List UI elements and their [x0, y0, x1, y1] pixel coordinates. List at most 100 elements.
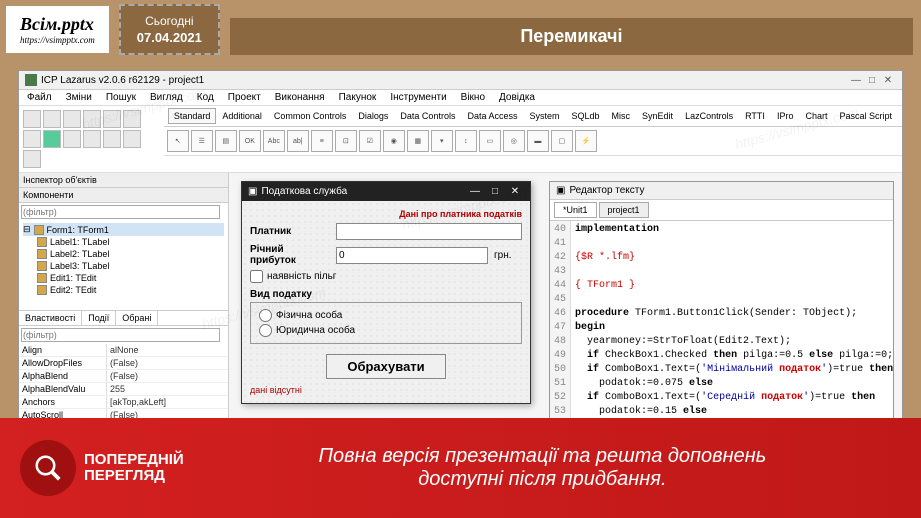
minimize-icon[interactable]: — — [466, 186, 484, 197]
tab-standard[interactable]: Standard — [168, 108, 217, 124]
label-comp-icon[interactable]: Abc — [263, 130, 285, 152]
edit-comp-icon[interactable]: ab| — [287, 130, 309, 152]
property-filter[interactable] — [21, 328, 220, 342]
stop-icon[interactable] — [83, 130, 101, 148]
menu-run[interactable]: Виконання — [275, 92, 325, 103]
tab-additional[interactable]: Additional — [216, 108, 268, 124]
tab-ipro[interactable]: IPro — [771, 108, 800, 124]
frame-comp-icon[interactable]: ▢ — [551, 130, 573, 152]
prop-name[interactable]: AlphaBlend — [19, 370, 107, 382]
tab-misc[interactable]: Misc — [606, 108, 637, 124]
button-comp-icon[interactable]: OK — [239, 130, 261, 152]
unit-icon[interactable] — [123, 110, 141, 128]
run-icon[interactable] — [43, 130, 61, 148]
pause-icon[interactable] — [63, 130, 81, 148]
save-icon[interactable] — [63, 110, 81, 128]
component-tabs[interactable]: Standard Additional Common Controls Dial… — [164, 106, 902, 127]
component-tree[interactable]: ⊟Form1: TForm1 Label1: TLabel Label2: TL… — [19, 221, 228, 311]
menu-package[interactable]: Пакунок — [339, 92, 377, 103]
tab-chart[interactable]: Chart — [799, 108, 833, 124]
tab-rtti[interactable]: RTTI — [739, 108, 771, 124]
tab-events[interactable]: Події — [82, 311, 116, 325]
toggle-icon[interactable] — [23, 130, 41, 148]
radio-comp-icon[interactable]: ◉ — [383, 130, 405, 152]
menubar[interactable]: Файл Зміни Пошук Вигляд Код Проект Викон… — [19, 90, 902, 106]
maximize-icon[interactable]: □ — [486, 186, 504, 197]
menu-edit[interactable]: Зміни — [66, 92, 92, 103]
component-filter[interactable] — [21, 205, 220, 219]
radio-physical[interactable] — [259, 309, 272, 322]
tab-sqldb[interactable]: SQLdb — [566, 108, 606, 124]
tab-pascal[interactable]: Pascal Script — [833, 108, 898, 124]
tab-synedit[interactable]: SynEdit — [636, 108, 679, 124]
prop-value[interactable]: alNone — [107, 344, 228, 356]
form-body[interactable]: Дані про платника податків Платник Річни… — [242, 201, 530, 403]
preview-overlay: ПОПЕРЕДНІЙ ПЕРЕГЛЯД Повна версія презент… — [0, 418, 921, 518]
popup-comp-icon[interactable]: ▤ — [215, 130, 237, 152]
tab-unit1[interactable]: *Unit1 — [554, 202, 597, 218]
scroll-comp-icon[interactable]: ↕ — [455, 130, 477, 152]
prop-value[interactable]: 255 — [107, 383, 228, 395]
toggle-comp-icon[interactable]: ⊡ — [335, 130, 357, 152]
minus-icon[interactable]: ⊟ — [23, 224, 31, 235]
open-icon[interactable] — [43, 110, 61, 128]
close-icon[interactable]: ✕ — [506, 186, 524, 197]
prop-value[interactable]: (False) — [107, 357, 228, 369]
saveall-icon[interactable] — [83, 110, 101, 128]
step-out-icon[interactable] — [23, 150, 41, 168]
radio-legal[interactable] — [259, 324, 272, 337]
tab-datactrl[interactable]: Data Controls — [394, 108, 461, 124]
tab-common[interactable]: Common Controls — [268, 108, 353, 124]
menu-tools[interactable]: Інструменти — [390, 92, 446, 103]
tab-properties[interactable]: Властивості — [19, 311, 82, 325]
main-toolbar[interactable] — [21, 108, 162, 170]
tab-lazctrl[interactable]: LazControls — [679, 108, 739, 124]
preview-badge: ПОПЕРЕДНІЙ ПЕРЕГЛЯД — [20, 440, 184, 496]
components-header: Компоненти — [19, 188, 228, 203]
prop-name[interactable]: Anchors — [19, 396, 107, 408]
menu-view[interactable]: Вигляд — [150, 92, 183, 103]
calculate-button[interactable]: Обрахувати — [326, 354, 445, 379]
list-comp-icon[interactable]: ▦ — [407, 130, 429, 152]
editor-tabs[interactable]: *Unit1 project1 — [550, 200, 893, 221]
step-over-icon[interactable] — [103, 130, 121, 148]
group-comp-icon[interactable]: ▭ — [479, 130, 501, 152]
menu-comp-icon[interactable]: ☰ — [191, 130, 213, 152]
check-comp-icon[interactable]: ☑ — [359, 130, 381, 152]
tab-dialogs[interactable]: Dialogs — [352, 108, 394, 124]
combo-comp-icon[interactable]: ▾ — [431, 130, 453, 152]
panel-comp-icon[interactable]: ▬ — [527, 130, 549, 152]
menu-file[interactable]: Файл — [27, 92, 52, 103]
editor-titlebar[interactable]: ▣ Редактор тексту — [550, 182, 893, 200]
tab-fav[interactable]: Обрані — [116, 311, 158, 325]
menu-search[interactable]: Пошук — [106, 92, 136, 103]
prop-name[interactable]: AlphaBlendValu — [19, 383, 107, 395]
step-into-icon[interactable] — [123, 130, 141, 148]
menu-project[interactable]: Проект — [228, 92, 261, 103]
prop-value[interactable]: [akTop,akLeft] — [107, 396, 228, 408]
tab-project1[interactable]: project1 — [599, 202, 649, 218]
prop-name[interactable]: AllowDropFiles — [19, 357, 107, 369]
form-icon[interactable] — [103, 110, 121, 128]
menu-code[interactable]: Код — [197, 92, 214, 103]
prop-value[interactable]: (False) — [107, 370, 228, 382]
component-palette[interactable]: ↖ ☰ ▤ OK Abc ab| ≡ ⊡ ☑ ◉ ▦ ▾ ↕ ▭ ◎ ▬ ▢ ⚡ — [164, 127, 902, 156]
action-comp-icon[interactable]: ⚡ — [575, 130, 597, 152]
prop-name[interactable]: Align — [19, 344, 107, 356]
menu-help[interactable]: Довідка — [499, 92, 535, 103]
tab-dataacc[interactable]: Data Access — [461, 108, 523, 124]
radiogrp-comp-icon[interactable]: ◎ — [503, 130, 525, 152]
window-buttons[interactable]: —□✕ — [848, 75, 896, 86]
tab-system[interactable]: System — [523, 108, 565, 124]
ide-titlebar[interactable]: ICP Lazarus v2.0.6 r62129 - project1 —□✕ — [19, 71, 902, 90]
memo-comp-icon[interactable]: ≡ — [311, 130, 333, 152]
cursor-icon[interactable]: ↖ — [167, 130, 189, 152]
new-icon[interactable] — [23, 110, 41, 128]
benefits-checkbox[interactable] — [250, 270, 263, 283]
form-titlebar[interactable]: ▣ Податкова служба — □ ✕ — [242, 182, 530, 201]
income-input[interactable] — [336, 247, 488, 264]
menu-window[interactable]: Вікно — [461, 92, 485, 103]
payer-input[interactable] — [336, 223, 522, 240]
property-tabs[interactable]: Властивості Події Обрані — [19, 311, 228, 326]
form-designer[interactable]: ▣ Податкова служба — □ ✕ Дані про платни… — [241, 181, 531, 404]
